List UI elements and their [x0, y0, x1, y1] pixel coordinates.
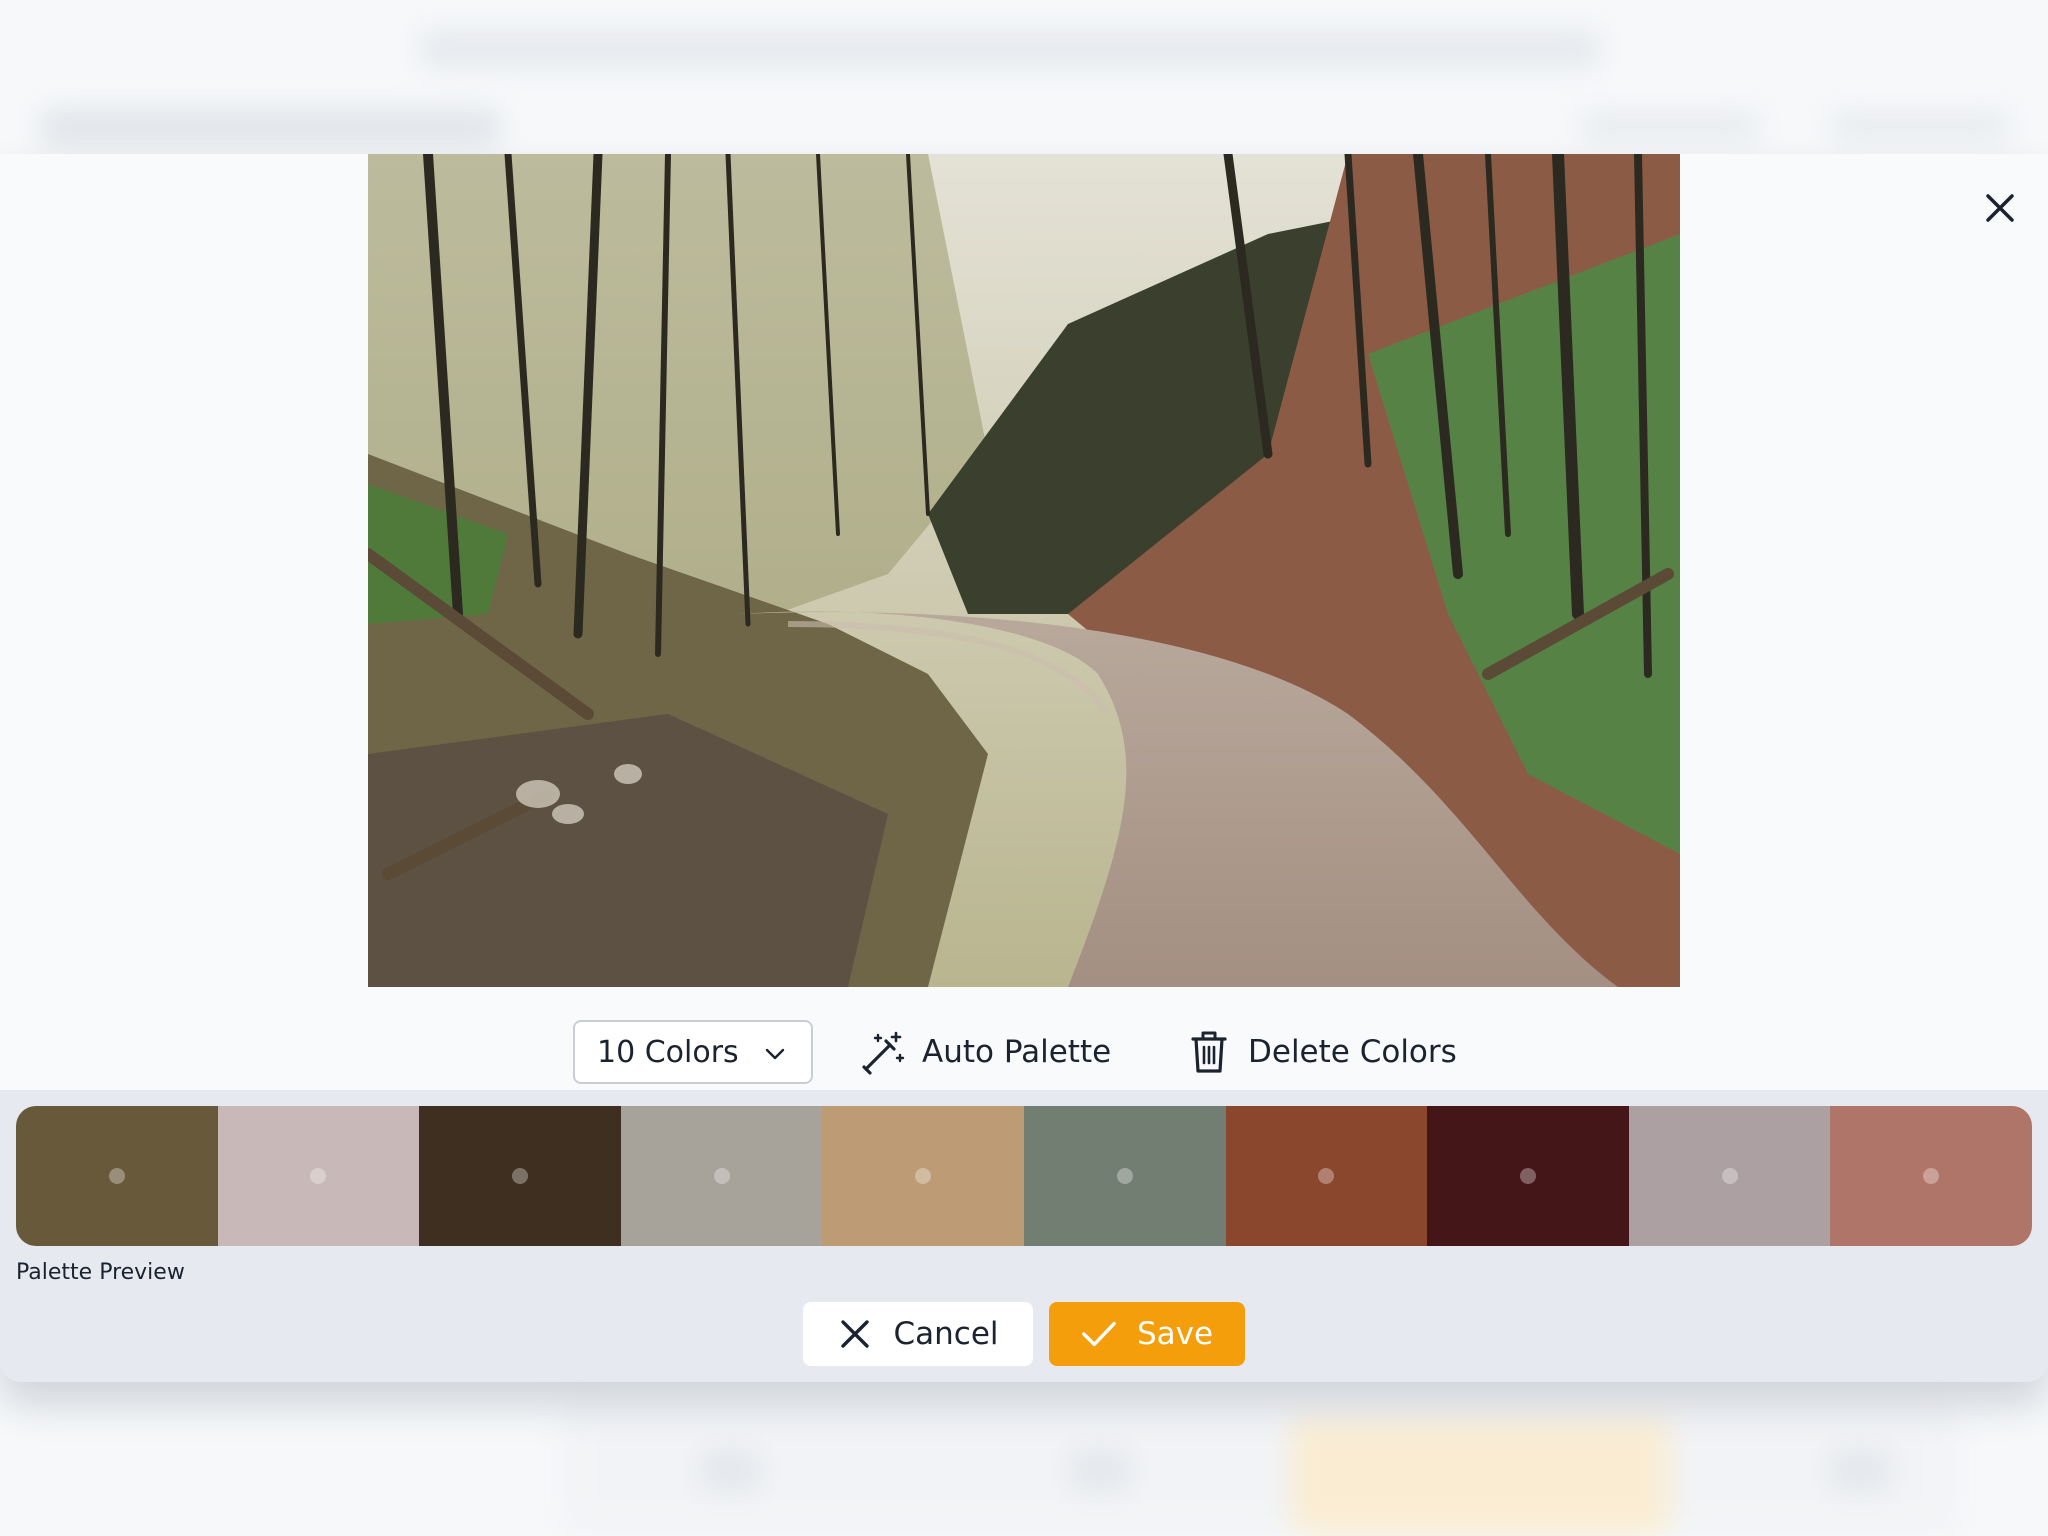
background-header-bar — [420, 30, 1600, 68]
delete-colors-button[interactable]: Delete Colors — [1186, 1020, 1457, 1084]
auto-palette-label: Auto Palette — [922, 1034, 1112, 1070]
color-swatch[interactable] — [822, 1106, 1024, 1246]
swatch-handle-dot[interactable] — [1721, 1168, 1738, 1184]
cancel-label: Cancel — [893, 1316, 999, 1352]
palette-toolbar: 10 Colors Auto Palette Delete Colors — [0, 1020, 2048, 1086]
color-swatch[interactable] — [1427, 1106, 1629, 1246]
close-icon — [1986, 194, 2014, 222]
close-button[interactable] — [1976, 184, 2024, 232]
color-count-value: 10 Colors — [597, 1034, 739, 1070]
background-block — [1070, 1450, 1130, 1490]
magic-wand-icon — [860, 1029, 906, 1075]
background-block — [1830, 1450, 1890, 1490]
background-accent-block — [1290, 1420, 1670, 1536]
background-title-bar — [40, 110, 500, 146]
color-count-dropdown[interactable]: 10 Colors — [573, 1020, 813, 1084]
color-swatch[interactable] — [620, 1106, 823, 1246]
cancel-button[interactable]: Cancel — [803, 1302, 1033, 1366]
background-tab — [1830, 112, 2010, 142]
background-footer — [560, 1400, 1960, 1536]
color-swatch[interactable] — [1023, 1106, 1226, 1246]
palette-preview-label: Palette Preview — [16, 1260, 185, 1285]
palette-editor-modal: 10 Colors Auto Palette Delete Colors Pal… — [0, 154, 2048, 1382]
swatch-handle-dot[interactable] — [1519, 1168, 1536, 1184]
swatch-handle-dot[interactable] — [108, 1168, 125, 1184]
swatch-handle-dot[interactable] — [1318, 1168, 1335, 1184]
checkmark-icon — [1081, 1316, 1117, 1352]
color-swatch[interactable] — [1628, 1106, 1831, 1246]
color-swatch[interactable] — [419, 1106, 621, 1246]
dialog-actions: Cancel Save — [0, 1302, 2048, 1366]
forest-road-photo — [368, 154, 1680, 987]
swatch-handle-dot[interactable] — [1116, 1168, 1133, 1184]
color-swatch[interactable] — [1830, 1106, 2032, 1246]
swatch-handle-dot[interactable] — [713, 1168, 730, 1184]
color-swatch[interactable] — [1225, 1106, 1428, 1246]
delete-colors-label: Delete Colors — [1248, 1034, 1457, 1070]
background-tab — [1580, 112, 1760, 142]
background-block — [700, 1450, 760, 1490]
save-label: Save — [1136, 1316, 1214, 1352]
palette-tray: Palette Preview Cancel Save — [0, 1090, 2048, 1382]
close-icon — [837, 1316, 873, 1352]
swatch-handle-dot[interactable] — [1923, 1168, 1940, 1184]
color-swatch[interactable] — [16, 1106, 218, 1246]
trash-icon — [1186, 1029, 1232, 1075]
chevron-down-icon — [765, 1048, 785, 1060]
color-swatch[interactable] — [217, 1106, 420, 1246]
auto-palette-button[interactable]: Auto Palette — [860, 1020, 1111, 1084]
swatch-handle-dot[interactable] — [511, 1168, 528, 1184]
swatch-handle-dot[interactable] — [915, 1168, 932, 1184]
palette-swatches — [16, 1106, 2032, 1246]
swatch-handle-dot[interactable] — [310, 1168, 327, 1184]
save-button[interactable]: Save — [1049, 1302, 1245, 1366]
